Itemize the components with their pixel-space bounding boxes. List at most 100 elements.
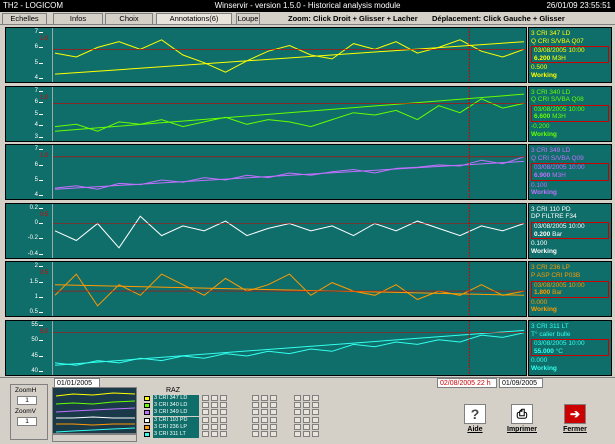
legend-option-checkbox[interactable] [261, 416, 268, 423]
legend-option-checkbox[interactable] [202, 423, 209, 430]
imprimer-button[interactable]: ⎙ Imprimer [498, 404, 546, 440]
scale-indicator: 0.5 [40, 211, 49, 218]
sensor-date: 03/08/2005 10:00 [534, 47, 585, 55]
overview-minimap[interactable] [52, 387, 137, 434]
y-tick-label: 7 [34, 29, 38, 35]
legend-row[interactable]: 3 CRI 311 LT [144, 431, 339, 438]
overview-scrollbar[interactable] [52, 434, 137, 442]
legend-option-checkbox[interactable] [270, 409, 277, 416]
legend-option-checkbox[interactable] [303, 395, 310, 401]
legend-option-checkbox[interactable] [202, 409, 209, 416]
sensor-desc: DP FILTRE F34 [531, 213, 577, 221]
zoomh-input[interactable]: 1 [17, 396, 37, 405]
legend-option-checkbox[interactable] [211, 431, 218, 437]
series-line [54, 39, 525, 73]
tab-infos-capteurs[interactable]: Infos Capteurs [53, 13, 103, 33]
scale-indicator: 1.0 [40, 94, 49, 101]
legend-option-checkbox[interactable] [220, 423, 227, 430]
color-swatch[interactable] [144, 424, 150, 430]
color-swatch[interactable] [144, 396, 150, 401]
legend-option-checkbox[interactable] [261, 423, 268, 430]
legend-option-checkbox[interactable] [220, 416, 227, 423]
raz-label[interactable]: RAZ [166, 387, 180, 394]
legend-option-checkbox[interactable] [303, 416, 310, 423]
legend-option-checkbox[interactable] [211, 423, 218, 430]
legend-row[interactable]: 3 CRI 347 LD [144, 395, 339, 402]
legend-option-checkbox[interactable] [294, 402, 301, 409]
color-swatch[interactable] [144, 417, 150, 423]
chart-panel[interactable]: 7 6 5 4 1.0 [5, 144, 527, 201]
tab-loupe[interactable]: Loupe [236, 13, 260, 24]
sensor-date: 03/08/2005 10:00 [534, 340, 585, 348]
legend-row[interactable]: 3 CRI 340 LD [144, 402, 339, 410]
y-tick-mark [39, 179, 43, 181]
chart-panel[interactable]: 7 6 5 4 1.0 [5, 27, 527, 83]
legend-option-checkbox[interactable] [202, 402, 209, 409]
color-swatch[interactable] [144, 432, 150, 437]
legend-option-checkbox[interactable] [303, 431, 310, 437]
legend-option-checkbox[interactable] [220, 409, 227, 416]
color-swatch[interactable] [144, 403, 150, 409]
legend-row[interactable]: 3 CRI 110 PD [144, 416, 339, 424]
aide-button[interactable]: ? Aide [451, 404, 499, 440]
legend-option-checkbox[interactable] [252, 402, 259, 409]
legend-option-checkbox[interactable] [294, 409, 301, 416]
tab-annotations[interactable]: Annotations(6) [156, 13, 232, 24]
legend-option-checkbox[interactable] [294, 395, 301, 401]
legend-option-checkbox[interactable] [312, 431, 319, 437]
legend-option-checkbox[interactable] [261, 402, 268, 409]
legend-option-checkbox[interactable] [270, 402, 277, 409]
chart-panel[interactable]: 2 1.5 1 0.5 0.5 [5, 261, 527, 318]
sensor-value: 6.200 [534, 54, 551, 62]
sensor-tag: 3 CRI 340 LD [531, 88, 571, 96]
color-swatch[interactable] [144, 410, 150, 416]
legend-option-checkbox[interactable] [202, 431, 209, 437]
zoomv-input[interactable]: 1 [17, 417, 37, 426]
legend-option-checkbox[interactable] [252, 431, 259, 437]
legend-option-checkbox[interactable] [252, 409, 259, 416]
legend-option-checkbox[interactable] [270, 431, 277, 437]
legend-option-checkbox[interactable] [312, 423, 319, 430]
legend-option-checkbox[interactable] [312, 402, 319, 409]
legend-option-checkbox[interactable] [270, 423, 277, 430]
legend-option-checkbox[interactable] [252, 423, 259, 430]
legend-option-checkbox[interactable] [211, 409, 218, 416]
y-tick-mark [39, 113, 43, 115]
legend-option-checkbox[interactable] [270, 395, 277, 401]
legend-option-checkbox[interactable] [211, 402, 218, 409]
legend-row[interactable]: 3 CRI 236 LP [144, 423, 339, 431]
legend-option-checkbox[interactable] [211, 416, 218, 423]
legend-option-checkbox[interactable] [220, 395, 227, 401]
chart-panel[interactable]: 0.2 0 -0.2 -0.4 0.5 [5, 202, 527, 259]
legend-option-checkbox[interactable] [312, 395, 319, 401]
legend-option-checkbox[interactable] [220, 402, 227, 409]
tab-echelles[interactable]: Echelles [2, 13, 47, 24]
legend-option-checkbox[interactable] [294, 423, 301, 430]
chart-area[interactable]: 7 6 5 4 1.0 3 CRI 347 LD Q CRI S/VBA Q07 03/08/… [0, 25, 615, 377]
y-tick-mark [39, 47, 43, 49]
legend-series-name: 3 CRI 347 LD [153, 395, 199, 402]
fermer-button[interactable]: ➔ Fermer [551, 404, 599, 440]
legend-option-checkbox[interactable] [303, 423, 310, 430]
legend-option-checkbox[interactable] [211, 395, 218, 401]
legend-option-checkbox[interactable] [312, 409, 319, 416]
legend-option-checkbox[interactable] [220, 431, 227, 437]
legend-option-checkbox[interactable] [270, 416, 277, 423]
legend-option-checkbox[interactable] [294, 431, 301, 437]
legend-row[interactable]: 3 CRI 349 LD [144, 409, 339, 417]
legend-option-checkbox[interactable] [252, 416, 259, 423]
legend-option-checkbox[interactable] [261, 431, 268, 437]
legend-option-checkbox[interactable] [202, 395, 209, 401]
chart-panel[interactable]: 7 6 5 4 3 1.0 [5, 85, 527, 142]
legend-option-checkbox[interactable] [294, 416, 301, 423]
chart-panel[interactable]: 55 50 45 40 5.0 [5, 320, 527, 376]
y-tick-label: 6 [34, 161, 38, 168]
legend-option-checkbox[interactable] [252, 395, 259, 401]
tab-choix-courbes[interactable]: Choix Courbes [105, 13, 153, 33]
legend-option-checkbox[interactable] [202, 416, 209, 423]
legend-option-checkbox[interactable] [261, 395, 268, 401]
legend-option-checkbox[interactable] [261, 409, 268, 416]
legend-option-checkbox[interactable] [312, 416, 319, 423]
legend-option-checkbox[interactable] [303, 402, 310, 409]
legend-option-checkbox[interactable] [303, 409, 310, 416]
